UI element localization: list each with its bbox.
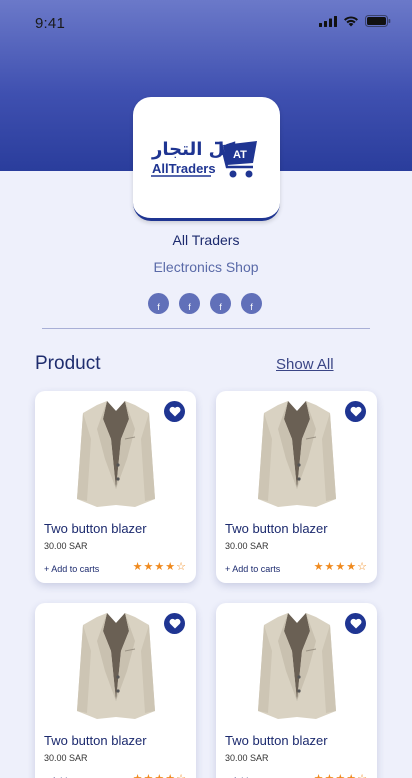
product-title: Two button blazer	[225, 733, 328, 748]
star-filled-icon: ★	[144, 773, 154, 778]
star-empty-icon: ☆	[357, 773, 367, 778]
star-filled-icon: ★	[325, 773, 335, 778]
product-image	[77, 401, 155, 507]
product-image	[258, 401, 336, 507]
star-filled-icon: ★	[346, 773, 356, 778]
facebook-icon[interactable]: f	[241, 293, 262, 314]
favorite-button[interactable]	[345, 401, 366, 422]
favorite-button[interactable]	[164, 613, 185, 634]
logo-text-en: AllTraders	[152, 161, 216, 176]
shop-logo-card: كل التجار AllTraders AT	[133, 97, 280, 221]
add-to-cart-button[interactable]: + Add to carts	[44, 564, 99, 574]
shop-logo: كل التجار AllTraders AT	[151, 139, 257, 178]
status-icons	[319, 15, 391, 27]
star-filled-icon: ★	[335, 561, 346, 573]
facebook-icon[interactable]: f	[148, 293, 169, 314]
star-empty-icon: ☆	[176, 561, 186, 573]
product-title: Two button blazer	[44, 733, 147, 748]
product-rating: ★★★★☆	[133, 773, 186, 778]
star-filled-icon: ★	[143, 561, 154, 573]
status-bar: 9:41	[0, 0, 412, 44]
social-links: f f f f	[148, 293, 262, 314]
section-title: Product	[35, 353, 101, 374]
star-empty-icon: ☆	[357, 561, 367, 573]
star-filled-icon: ★	[165, 561, 176, 573]
product-rating: ★★★★☆	[314, 773, 367, 778]
product-card[interactable]: Two button blazer 30.00 SAR + Add to car…	[35, 603, 196, 778]
star-filled-icon: ★	[154, 773, 164, 778]
product-price: 30.00 SAR	[44, 541, 88, 551]
facebook-icon[interactable]: f	[210, 293, 231, 314]
logo-badge: AT	[233, 149, 247, 161]
wifi-icon	[344, 16, 358, 27]
product-title: Two button blazer	[225, 521, 328, 536]
shop-name: All Traders	[172, 232, 240, 248]
favorite-button[interactable]	[164, 401, 185, 422]
product-price: 30.00 SAR	[44, 753, 88, 763]
product-price: 30.00 SAR	[225, 541, 269, 551]
product-price: 30.00 SAR	[225, 753, 269, 763]
product-image	[77, 613, 155, 719]
heart-icon	[350, 406, 361, 417]
heart-icon	[169, 406, 180, 417]
divider	[42, 328, 370, 329]
star-empty-icon: ☆	[176, 773, 186, 778]
star-filled-icon: ★	[132, 561, 143, 573]
star-filled-icon: ★	[154, 561, 165, 573]
product-card[interactable]: Two button blazer 30.00 SAR + Add to car…	[35, 391, 196, 583]
product-card[interactable]: Two button blazer 30.00 SAR + Add to car…	[216, 391, 377, 583]
signal-icon	[319, 15, 337, 27]
add-to-cart-button[interactable]: + Add to carts	[225, 564, 280, 574]
star-filled-icon: ★	[324, 561, 335, 573]
product-rating: ★★★★☆	[314, 561, 367, 573]
facebook-icon[interactable]: f	[179, 293, 200, 314]
product-image	[258, 613, 336, 719]
product-card[interactable]: Two button blazer 30.00 SAR + Add to car…	[216, 603, 377, 778]
shop-category: Electronics Shop	[153, 259, 259, 275]
status-time: 9:41	[35, 15, 65, 32]
star-filled-icon: ★	[314, 773, 324, 778]
battery-icon	[365, 15, 391, 27]
star-filled-icon: ★	[335, 773, 345, 778]
heart-icon	[350, 618, 361, 629]
star-filled-icon: ★	[313, 561, 324, 573]
heart-icon	[169, 618, 180, 629]
star-filled-icon: ★	[165, 773, 175, 778]
product-title: Two button blazer	[44, 521, 147, 536]
show-all-link[interactable]: Show All	[276, 356, 334, 373]
product-rating: ★★★★☆	[133, 561, 186, 573]
star-filled-icon: ★	[346, 561, 357, 573]
favorite-button[interactable]	[345, 613, 366, 634]
star-filled-icon: ★	[133, 773, 143, 778]
